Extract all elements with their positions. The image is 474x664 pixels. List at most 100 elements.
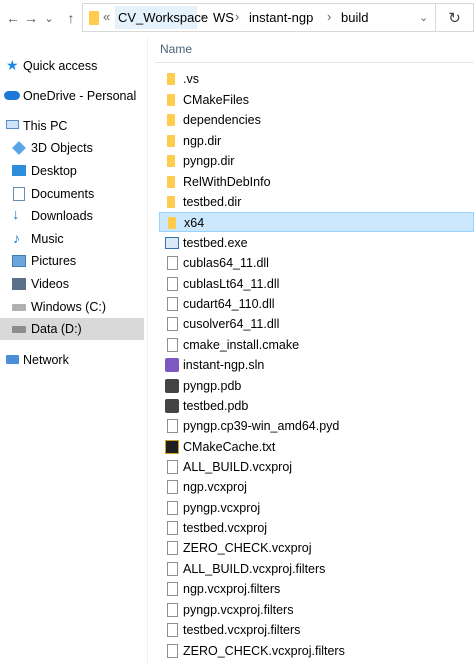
refresh-icon: ↻ (448, 9, 461, 27)
file-name: testbed.exe (183, 236, 248, 250)
breadcrumb-separator-icon[interactable]: › (235, 9, 239, 24)
overflow-chevron-icon[interactable]: « (103, 9, 110, 24)
file-name: ngp.vcxproj.filters (183, 582, 281, 596)
file-row[interactable]: ALL_BUILD.vcxproj (159, 457, 474, 477)
nav-label: Network (23, 353, 69, 367)
breadcrumb-build[interactable]: build (341, 10, 368, 25)
nav-label: 3D Objects (31, 141, 93, 155)
nav-desktop[interactable]: Desktop (0, 160, 144, 182)
address-dropdown-icon[interactable]: ⌄ (419, 11, 428, 24)
file-row[interactable]: cmake_install.cmake (159, 335, 474, 355)
column-header-name[interactable]: Name (160, 42, 192, 56)
nav-documents[interactable]: Documents (0, 183, 144, 205)
file-row[interactable]: testbed.vcxproj (159, 518, 474, 538)
file-row[interactable]: ALL_BUILD.vcxproj.filters (159, 559, 474, 579)
drive-d-icon (12, 326, 26, 333)
refresh-button[interactable]: ↻ (436, 3, 474, 32)
file-row[interactable]: pyngp.pdb (159, 376, 474, 396)
file-row[interactable]: cusolver64_11.dll (159, 314, 474, 334)
filters-icon (167, 562, 178, 576)
file-name: ZERO_CHECK.vcxproj.filters (183, 644, 345, 658)
chevron-down-icon: ⌄ (44, 12, 54, 25)
nav-downloads[interactable]: ↓ Downloads (0, 205, 144, 227)
file-row[interactable]: ngp.dir (159, 131, 474, 151)
header-separator (155, 62, 474, 63)
file-row[interactable]: ngp.vcxproj.filters (159, 579, 474, 599)
breadcrumb-ws[interactable]: WS (213, 10, 234, 25)
file-row[interactable]: cublasLt64_11.dll (159, 274, 474, 294)
nav-this-pc[interactable]: This PC (0, 115, 144, 137)
file-name: x64 (184, 216, 205, 230)
filters-icon (167, 644, 178, 658)
folder-icon (167, 196, 175, 208)
file-row[interactable]: testbed.vcxproj.filters (159, 620, 474, 640)
nav-3d-objects[interactable]: 3D Objects (0, 137, 144, 159)
file-row[interactable]: CMakeCache.txt (159, 437, 474, 457)
desktop-icon (12, 165, 26, 176)
pdb-icon (165, 379, 179, 393)
file-row[interactable]: RelWithDebInfo (159, 172, 474, 192)
back-arrow-icon: ← (6, 10, 20, 26)
nav-label: Downloads (31, 209, 93, 223)
network-icon (6, 355, 19, 364)
address-toolbar: ← → ⌄ ↑ « CV_Workspace › WS › instant-ng… (0, 0, 474, 38)
navigation-pane: ★ Quick access OneDrive - Personal This … (0, 38, 144, 664)
nav-label: OneDrive - Personal (23, 89, 137, 103)
file-row[interactable]: .vs (159, 69, 474, 89)
nav-onedrive[interactable]: OneDrive - Personal (0, 85, 144, 107)
up-button[interactable]: ↑ (62, 8, 80, 28)
file-name: cusolver64_11.dll (183, 317, 280, 331)
dll-icon (167, 277, 178, 291)
file-row[interactable]: testbed.dir (159, 192, 474, 212)
file-row[interactable]: dependencies (159, 110, 474, 130)
back-button[interactable]: ← (4, 8, 22, 28)
file-row[interactable]: x64 (159, 212, 474, 232)
breadcrumb-separator-icon[interactable]: › (201, 9, 205, 24)
breadcrumb-cv-workspace[interactable]: CV_Workspace (118, 10, 208, 25)
cube-icon (12, 141, 26, 155)
folder-icon (89, 11, 99, 25)
dll-icon (167, 317, 178, 331)
breadcrumb-instant-ngp[interactable]: instant-ngp (249, 10, 313, 25)
nav-videos[interactable]: Videos (0, 273, 144, 295)
file-row[interactable]: cudart64_110.dll (159, 294, 474, 314)
forward-button[interactable]: → (22, 8, 40, 28)
file-row[interactable]: pyngp.vcxproj.filters (159, 600, 474, 620)
file-name: cublasLt64_11.dll (183, 277, 280, 291)
file-row[interactable]: testbed.exe (159, 233, 474, 253)
nav-windows-c[interactable]: Windows (C:) (0, 296, 144, 318)
address-bar[interactable]: « CV_Workspace › WS › instant-ngp › buil… (82, 3, 436, 32)
file-row[interactable]: ngp.vcxproj (159, 477, 474, 497)
nav-quick-access[interactable]: ★ Quick access (0, 55, 144, 77)
file-row[interactable]: ZERO_CHECK.vcxproj (159, 538, 474, 558)
file-row[interactable]: pyngp.dir (159, 151, 474, 171)
nav-network[interactable]: Network (0, 349, 144, 371)
file-name: dependencies (183, 113, 261, 127)
file-name: .vs (183, 72, 199, 86)
nav-label: Windows (C:) (31, 300, 107, 314)
pane-divider[interactable] (147, 38, 148, 664)
sln-icon (165, 358, 179, 372)
file-row[interactable]: pyngp.vcxproj (159, 498, 474, 518)
file-row[interactable]: pyngp.cp39-win_amd64.pyd (159, 416, 474, 436)
filters-icon (167, 582, 178, 596)
file-row[interactable]: instant-ngp.sln (159, 355, 474, 375)
music-icon: ♪ (13, 230, 20, 246)
nav-label: Desktop (31, 164, 77, 178)
file-name: testbed.pdb (183, 399, 249, 413)
folder-icon (167, 155, 175, 167)
file-name: cudart64_110.dll (183, 297, 275, 311)
recent-locations-button[interactable]: ⌄ (40, 8, 58, 28)
folder-icon (167, 114, 175, 126)
forward-arrow-icon: → (24, 10, 38, 26)
file-row[interactable]: CMakeFiles (159, 90, 474, 110)
file-row[interactable]: cublas64_11.dll (159, 253, 474, 273)
file-row[interactable]: ZERO_CHECK.vcxproj.filters (159, 641, 474, 661)
file-name: ngp.vcxproj (183, 480, 247, 494)
nav-data-d[interactable]: Data (D:) (0, 318, 144, 340)
nav-music[interactable]: ♪ Music (0, 228, 144, 250)
file-name: testbed.dir (183, 195, 242, 209)
breadcrumb-separator-icon[interactable]: › (327, 9, 331, 24)
nav-pictures[interactable]: Pictures (0, 250, 144, 272)
file-row[interactable]: testbed.pdb (159, 396, 474, 416)
